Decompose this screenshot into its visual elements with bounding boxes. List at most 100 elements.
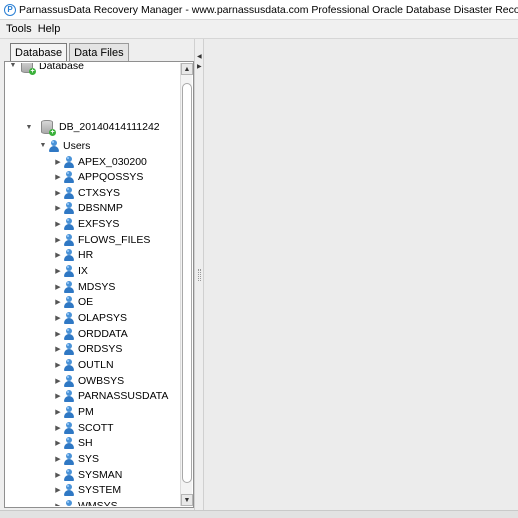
triangle-right-icon[interactable]: ▶ [53, 330, 63, 338]
tree-node-user[interactable]: ▶ HR [53, 248, 93, 263]
tab-database[interactable]: Database [10, 43, 68, 61]
tree-node-user[interactable]: ▶ IX [53, 264, 88, 279]
tree-node-users[interactable]: ▼ Users [38, 138, 90, 153]
tree-node-db[interactable]: ▼ + DB_20140414111242 [24, 118, 160, 136]
tree-node-user[interactable]: ▶ MDSYS [53, 279, 115, 294]
tree-node-label: Database [39, 63, 84, 72]
user-icon [63, 202, 75, 215]
splitter-grip[interactable] [198, 269, 201, 281]
tree-node-user[interactable]: ▶ SCOTT [53, 420, 114, 435]
user-icon [63, 468, 75, 481]
scroll-thumb[interactable] [182, 83, 192, 483]
triangle-right-icon[interactable]: ▶ [53, 314, 63, 322]
tree-node-user[interactable]: ▶ PARNASSUSDATA [53, 389, 168, 404]
triangle-down-icon[interactable]: ▼ [24, 124, 34, 131]
triangle-right-icon[interactable]: ▶ [53, 204, 63, 212]
triangle-down-icon[interactable]: ▼ [38, 142, 48, 149]
triangle-down-icon[interactable]: ▼ [8, 63, 18, 69]
triangle-right-icon[interactable]: ▶ [53, 361, 63, 369]
triangle-right-icon[interactable]: ▶ [53, 345, 63, 353]
scroll-up-button[interactable]: ▲ [181, 63, 193, 75]
tree-node-label: Users [63, 139, 91, 152]
database-tree[interactable]: ▼ + Database ▼ + DB_20140414111242 ▼ Use… [6, 63, 179, 506]
triangle-right-icon[interactable]: ▶ [53, 220, 63, 228]
triangle-right-icon[interactable]: ▶ [53, 424, 63, 432]
tree-node-label: CTXSYS [78, 186, 121, 199]
tree-node-user[interactable]: ▶ APPQOSSYS [53, 170, 143, 185]
panel-splitter[interactable]: ◀ ▶ [194, 39, 204, 510]
triangle-right-icon[interactable]: ▶ [53, 486, 63, 494]
user-icon [63, 359, 75, 371]
user-icon [63, 405, 75, 418]
triangle-right-icon[interactable]: ▶ [53, 158, 63, 166]
triangle-right-icon[interactable]: ▶ [53, 283, 63, 291]
tree-node-user[interactable]: ▶ OLAPSYS [53, 311, 127, 326]
user-icon [63, 452, 75, 465]
tree-node-label: OLAPSYS [78, 312, 128, 324]
triangle-right-icon[interactable]: ▶ [53, 298, 63, 306]
collapse-left-icon[interactable]: ◀ [197, 53, 202, 60]
triangle-right-icon[interactable]: ▶ [53, 455, 63, 463]
user-icon [63, 296, 75, 309]
tree-scrollbar[interactable]: ▲ ▼ [180, 63, 193, 506]
tree-node-user[interactable]: ▶ WMSYS [53, 498, 118, 506]
triangle-right-icon[interactable]: ▶ [53, 236, 63, 244]
database-icon: + [18, 63, 36, 75]
user-icon [63, 218, 75, 231]
app-logo-icon: P [4, 3, 16, 16]
tree-node-root[interactable]: ▼ + Database [8, 63, 84, 75]
tree-node-user[interactable]: ▶ PM [53, 404, 94, 419]
user-icon [63, 233, 75, 246]
tree-node-label: SYS [78, 452, 100, 465]
tree-node-user[interactable]: ▶ CTXSYS [53, 185, 120, 200]
status-bar [0, 510, 518, 518]
tree-node-label: OWBSYS [78, 374, 125, 387]
tree-node-label: EXFSYS [78, 218, 120, 231]
scroll-down-button[interactable]: ▼ [181, 494, 193, 506]
tab-data-files[interactable]: Data Files [69, 43, 129, 61]
tree-node-user[interactable]: ▶ SYSMAN [53, 467, 122, 482]
tree-node-label: PARNASSUSDATA [78, 390, 169, 403]
tree-node-label: ORDSYS [78, 343, 123, 356]
tree-node-label: SCOTT [78, 421, 114, 434]
tree-node-user[interactable]: ▶ EXFSYS [53, 217, 119, 232]
triangle-right-icon[interactable]: ▶ [53, 251, 63, 259]
expand-right-icon[interactable]: ▶ [197, 63, 202, 70]
user-icon [63, 499, 75, 506]
menu-tools[interactable]: Tools [6, 23, 32, 35]
triangle-right-icon[interactable]: ▶ [53, 267, 63, 275]
tree-node-label: SYSMAN [78, 468, 123, 481]
user-icon [63, 390, 75, 403]
tree-node-label: PM [78, 405, 94, 418]
tree-node-label: SH [78, 437, 93, 450]
triangle-right-icon[interactable]: ▶ [53, 189, 63, 197]
tree-node-user[interactable]: ▶ SYSTEM [53, 483, 121, 498]
tree-node-user[interactable]: ▶ FLOWS_FILES [53, 232, 150, 247]
user-icon [63, 437, 75, 450]
triangle-right-icon[interactable]: ▶ [53, 471, 63, 479]
user-icon [63, 186, 75, 199]
tree-node-user[interactable]: ▶ OE [53, 295, 93, 310]
tree-node-label: IX [78, 265, 88, 278]
user-icon [63, 484, 75, 497]
menu-help[interactable]: Help [38, 23, 61, 35]
triangle-right-icon[interactable]: ▶ [53, 502, 63, 506]
tree-node-user[interactable]: ▶ SYS [53, 451, 99, 466]
triangle-right-icon[interactable]: ▶ [53, 392, 63, 400]
content-panel [204, 39, 518, 510]
triangle-right-icon[interactable]: ▶ [53, 408, 63, 416]
tree-node-user[interactable]: ▶ ORDDATA [53, 326, 128, 341]
tree-node-user[interactable]: ▶ ORDSYS [53, 342, 122, 357]
tree-node-user[interactable]: ▶ OUTLN [53, 358, 114, 373]
triangle-right-icon[interactable]: ▶ [53, 173, 63, 181]
tree-node-label: DBSNMP [78, 202, 123, 215]
user-icon [63, 343, 75, 356]
tree-node-label: APPQOSSYS [78, 171, 144, 184]
triangle-right-icon[interactable]: ▶ [53, 377, 63, 385]
tree-node-user[interactable]: ▶ OWBSYS [53, 373, 124, 388]
tree-node-user[interactable]: ▶ SH [53, 436, 93, 451]
tree-node-user[interactable]: ▶ APEX_030200 [53, 154, 147, 169]
triangle-right-icon[interactable]: ▶ [53, 439, 63, 447]
tree-node-user[interactable]: ▶ DBSNMP [53, 201, 123, 216]
window-title: ParnassusData Recovery Manager - www.par… [19, 3, 518, 16]
